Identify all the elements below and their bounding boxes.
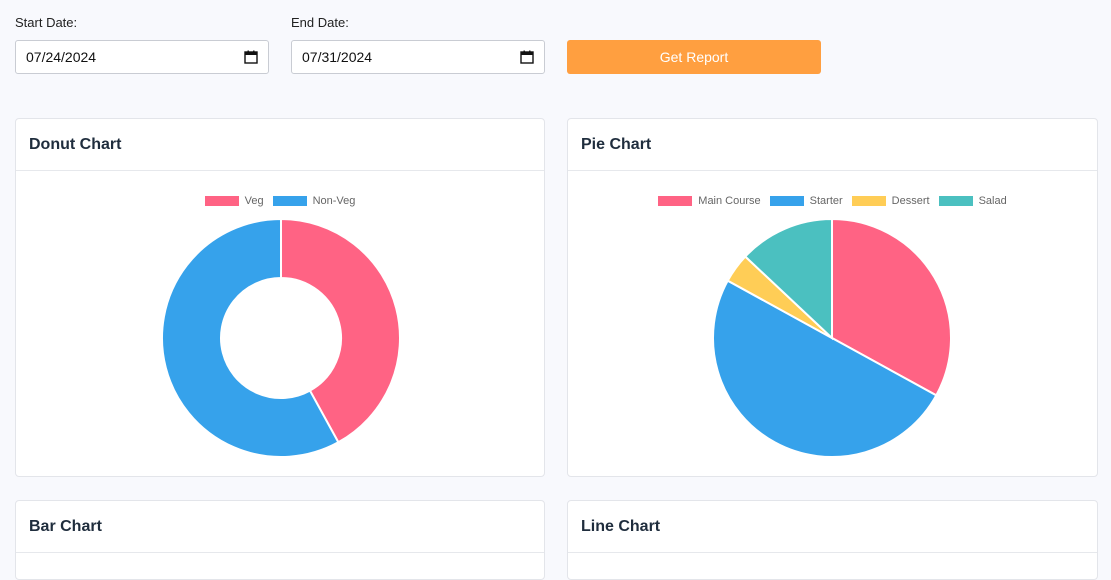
donut-chart-card: Donut Chart Veg Non-Veg bbox=[15, 118, 545, 477]
start-date-label: Start Date: bbox=[15, 15, 78, 30]
bar-chart-card: Bar Chart bbox=[15, 500, 545, 580]
start-date-input[interactable]: 07/24/2024 bbox=[15, 40, 269, 74]
line-chart-card: Line Chart bbox=[567, 500, 1098, 580]
end-date-input[interactable]: 07/31/2024 bbox=[291, 40, 545, 74]
donut-chart bbox=[161, 217, 401, 458]
bar-chart-title: Bar Chart bbox=[16, 501, 544, 553]
calendar-icon[interactable] bbox=[520, 50, 534, 64]
get-report-button[interactable]: Get Report bbox=[567, 40, 821, 74]
end-date-value: 07/31/2024 bbox=[302, 49, 373, 65]
end-date-label: End Date: bbox=[291, 15, 349, 30]
pie-chart-card: Pie Chart Main Course Starter Dessert Sa… bbox=[567, 118, 1098, 477]
start-date-value: 07/24/2024 bbox=[26, 49, 97, 65]
calendar-icon[interactable] bbox=[244, 50, 258, 64]
pie-chart bbox=[712, 217, 952, 458]
line-chart-title: Line Chart bbox=[568, 501, 1097, 553]
